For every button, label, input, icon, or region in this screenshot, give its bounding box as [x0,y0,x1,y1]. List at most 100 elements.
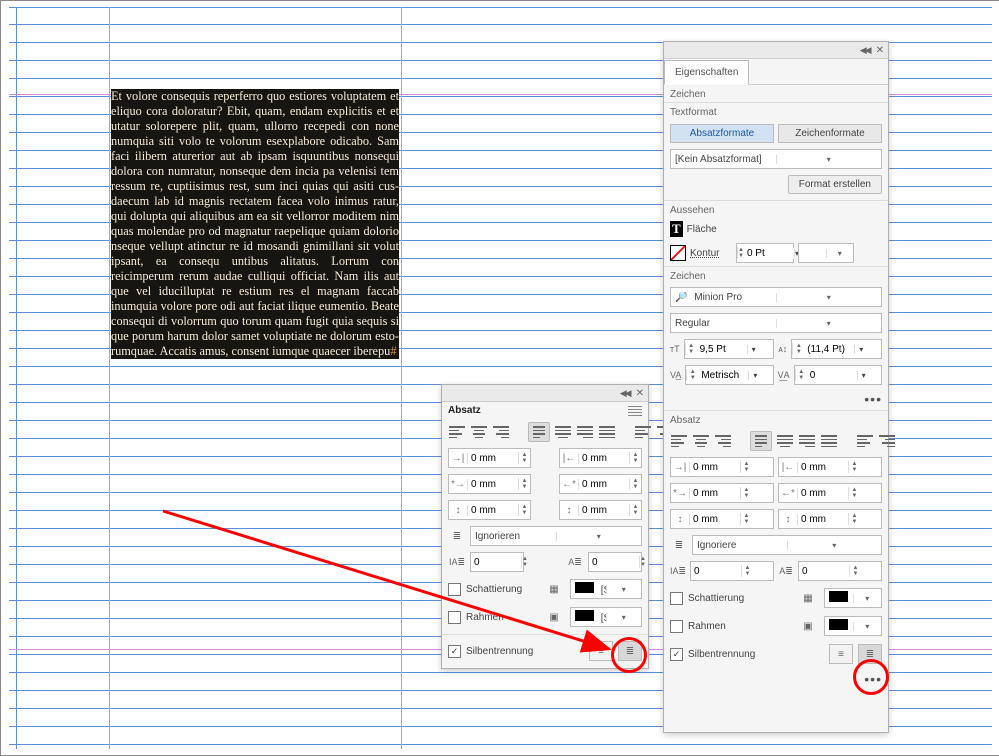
create-format-button[interactable]: Format erstellen [788,175,882,194]
close-icon[interactable]: ✕ [876,45,884,56]
frame-color-select[interactable]: [Sch…▾ [824,616,882,636]
more-options-icon[interactable]: ••• [864,391,882,407]
dropcap-lines-icon: IA≣ [448,557,466,568]
justify-right-button[interactable] [576,422,594,442]
panel-title: Absatz [448,405,481,416]
dropcap-lines-icon: IA≣ [670,566,686,577]
align-center-button[interactable] [692,431,710,451]
hyphenation-label: Silbentrennung [688,649,824,660]
justify-right-button[interactable] [798,431,816,451]
close-icon[interactable]: ✕ [636,388,644,399]
last-line-indent-field[interactable]: ←*▲▼ [559,474,642,494]
list-type-icon: ≣ [670,535,688,555]
dropcap-lines-field[interactable]: ▲▼ [690,561,774,581]
shading-row: Schattierung ▦ [Sch…▾ [664,584,888,612]
frame-checkbox[interactable] [448,611,461,624]
justify-left-button[interactable] [528,422,550,442]
hyphenation-checkbox[interactable]: ✓ [670,648,683,661]
tracking-field[interactable]: ▲▼▾ [794,365,882,385]
frame-checkbox[interactable] [670,620,683,633]
section-zeichen-top: Zeichen [664,85,888,102]
space-after-field[interactable]: ↕▲▼ [778,509,882,529]
hyphenation-checkbox[interactable]: ✓ [448,645,461,658]
first-line-indent-field[interactable]: *→▲▼ [670,483,774,503]
font-size-field[interactable]: ▲▼▾ [684,339,775,359]
indent-left-field[interactable]: →|▲▼ [670,457,774,477]
indent-left-field[interactable]: →|▲▼ [448,448,531,468]
align-right-button[interactable] [492,422,510,442]
justify-full-button[interactable] [820,431,838,451]
app-stage: Et volore consequis reperferro quo estio… [0,0,999,756]
kerning-field[interactable]: ▲▼▾ [685,365,773,385]
shading-color-select[interactable]: [Schwarz]▾ [570,579,642,599]
space-before-field[interactable]: ↕▲▼ [670,509,774,529]
text-frame[interactable]: Et volore consequis reperferro quo estio… [111,89,399,519]
panel-header-bar[interactable]: ◀◀ ✕ [442,385,648,402]
kerning-icon: VA̲ [670,370,681,380]
baseline-grid-off-button[interactable]: ≡ [829,644,853,664]
paragraph-style-select[interactable]: [Kein Absatzformat]▾ [670,149,882,169]
baseline-grid-off-button[interactable]: ≡ [589,641,613,661]
body-text[interactable]: Et volore consequis reperferro quo estio… [111,89,399,359]
shading-checkbox[interactable] [670,592,683,605]
indent-right-field[interactable]: |←▲▼ [559,448,642,468]
frame-options-icon[interactable]: ▣ [543,607,565,627]
space-before-field[interactable]: ↕▲▼ [448,500,531,520]
list-type-select[interactable]: Ignoriere▾ [692,535,882,555]
dropcap-chars-field[interactable]: ▲▼ [798,561,882,581]
hyphenation-row: ✓ Silbentrennung ≡ ≣ [664,640,888,668]
space-after-field[interactable]: ↕▲▼ [559,500,642,520]
align-left-button[interactable] [670,431,688,451]
fill-label: Fläche [687,224,717,235]
frame-label: Rahmen [688,621,792,632]
first-line-indent-field[interactable]: *→▲▼ [448,474,531,494]
stroke-weight-field[interactable]: ▲▼▾ [736,243,794,263]
shading-options-icon[interactable]: ▦ [797,588,819,608]
align-right-button[interactable] [714,431,732,451]
shading-options-icon[interactable]: ▦ [543,579,565,599]
frame-options-icon[interactable]: ▣ [797,616,819,636]
justify-center-button[interactable] [554,422,572,442]
zeichenformate-tab[interactable]: Zeichenformate [778,124,882,143]
align-towards-spine-button[interactable] [856,431,874,451]
dropcap-lines-field[interactable]: ▲▼ [470,552,524,572]
last-line-indent-field[interactable]: ←*▲▼ [778,483,882,503]
stroke-swatch-icon[interactable] [670,245,686,261]
font-weight-select[interactable]: Regular▾ [670,313,882,333]
fill-swatch-icon[interactable]: T [670,221,683,237]
panel-absatz[interactable]: ◀◀ ✕ Absatz →|▲▼ |←▲▼ *→▲▼ [441,384,649,669]
tab-eigenschaften[interactable]: Eigenschaften [664,60,749,85]
font-family-select[interactable]: 🔎 Minion Pro▾ [670,287,882,307]
collapse-icon[interactable]: ◀◀ [620,388,630,399]
justify-left-button[interactable] [750,431,772,451]
font-size-icon: ᴛT [670,344,680,354]
indent-right-field[interactable]: |←▲▼ [778,457,882,477]
margin-guide-right [401,7,402,749]
align-away-spine-button[interactable] [878,431,896,451]
align-towards-spine-button[interactable] [634,422,652,442]
annotation-circle-absatz [611,637,647,673]
dropcap-chars-field[interactable]: ▲▼ [588,552,642,572]
shading-color-select[interactable]: [Sch…▾ [824,588,882,608]
list-type-icon: ≣ [448,526,466,546]
align-center-button[interactable] [470,422,488,442]
panel-menu-icon[interactable] [628,406,642,416]
justify-full-button[interactable] [598,422,616,442]
leading-field[interactable]: ▲▼▾ [791,339,882,359]
shading-checkbox[interactable] [448,583,461,596]
frame-row: Rahmen ▣ [Sch…▾ [664,612,888,640]
panel-eigenschaften[interactable]: ◀◀ ✕ Eigenschaften Zeichen Textformat Ab… [663,41,889,733]
section-absatz: Absatz [664,410,888,428]
frame-color-select[interactable]: [Schwarz]▾ [570,607,642,627]
eigen-align-row [664,428,888,454]
justify-center-button[interactable] [776,431,794,451]
align-left-button[interactable] [448,422,466,442]
list-type-select[interactable]: Ignorieren▾ [470,526,642,546]
absatzformate-tab[interactable]: Absatzformate [670,124,774,143]
stroke-style-select[interactable]: ▾ [798,243,854,263]
hyphenation-label: Silbentrennung [466,646,584,657]
collapse-icon[interactable]: ◀◀ [860,45,870,56]
eigen-header-bar[interactable]: ◀◀ ✕ [664,42,888,59]
align-row [442,419,648,445]
section-textformat: Textformat [664,102,888,120]
